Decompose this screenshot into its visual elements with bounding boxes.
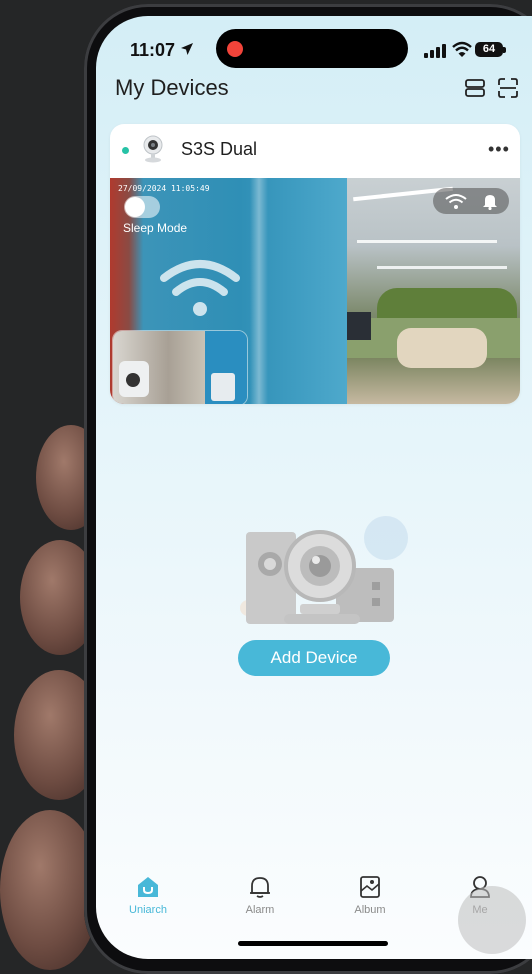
feed-timestamp: 27/09/2024 11:05:49: [118, 184, 210, 193]
add-device-button[interactable]: Add Device: [238, 640, 390, 676]
pip-phone-ui: [211, 373, 235, 401]
more-options-icon[interactable]: •••: [488, 139, 510, 160]
tab-alarm[interactable]: Alarm: [220, 874, 300, 916]
wifi-status-icon: [452, 41, 472, 57]
layout-icon[interactable]: [464, 77, 486, 99]
wifi-icon: [445, 194, 467, 209]
home-icon: [138, 877, 158, 897]
device-card[interactable]: S3S Dual ••• 27/09/2024 11:05:49 Sleep M…: [110, 124, 520, 404]
tab-label: Album: [354, 904, 386, 916]
tab-label: Alarm: [245, 904, 275, 916]
recording-indicator: [227, 41, 243, 57]
location-arrow-icon: [181, 43, 193, 55]
tab-uniarch[interactable]: Uniarch: [108, 874, 188, 916]
home-indicator[interactable]: [238, 941, 388, 946]
ceiling-light: [357, 240, 497, 243]
status-time: 11:07: [130, 40, 176, 60]
touch-indicator: [458, 886, 526, 954]
feed-light-stripe: [250, 178, 268, 404]
online-status-dot: [122, 147, 129, 154]
signal-icon: [424, 44, 446, 58]
scan-icon[interactable]: [497, 77, 519, 99]
tab-album[interactable]: Album: [330, 874, 410, 916]
live-feed-preview[interactable]: 27/09/2024 11:05:49 Sleep Mode: [110, 178, 520, 404]
sleep-mode-label: Sleep Mode: [123, 221, 188, 235]
desk-chair: [397, 328, 487, 368]
app-screen: 11:07 64 My Devices S3S Dual ••• 27/09/2…: [96, 16, 532, 959]
dynamic-island: [216, 29, 408, 68]
bell-icon: [250, 877, 270, 898]
battery-icon: 64: [475, 42, 503, 57]
ceiling-light: [377, 266, 507, 269]
wifi-graphic-icon: [160, 260, 240, 316]
pip-camera-lens: [126, 373, 140, 387]
tab-label: Uniarch: [129, 904, 167, 916]
camera-device-icon: [143, 135, 163, 163]
secondary-lens-preview[interactable]: [112, 330, 248, 404]
battery-tip: [503, 47, 506, 53]
album-icon: [360, 876, 380, 898]
page-title: My Devices: [115, 75, 229, 100]
toggle-knob: [125, 197, 145, 217]
add-device-illustration: [240, 516, 408, 624]
device-name: S3S Dual: [181, 139, 258, 159]
monitor: [347, 312, 371, 340]
bell-icon[interactable]: [482, 192, 498, 210]
